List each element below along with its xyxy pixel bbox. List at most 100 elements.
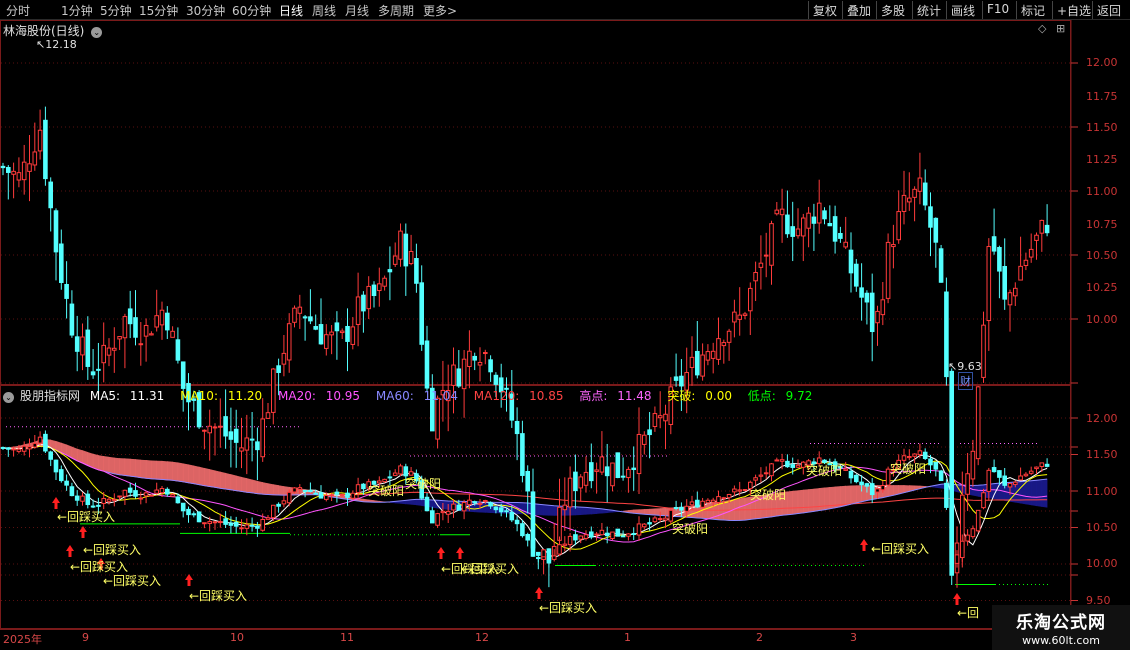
candle-body	[165, 488, 170, 495]
main-candle	[875, 305, 880, 346]
ribbon-segment	[273, 484, 279, 496]
candle-body	[1007, 292, 1013, 306]
candle-body	[726, 493, 732, 499]
indicator-candle	[949, 505, 955, 567]
candle-body	[318, 324, 324, 345]
candle-body	[308, 489, 313, 493]
candle-body	[589, 531, 594, 538]
ribbon-segment	[177, 462, 184, 483]
candle-body	[244, 524, 250, 529]
candle-body	[43, 433, 48, 452]
ribbon-segment	[214, 470, 221, 489]
candle-body	[138, 497, 144, 500]
legend-ma60: MA60: 11.04	[375, 389, 458, 403]
candle-body	[997, 470, 1002, 478]
indicator-candle	[1028, 466, 1034, 475]
candle-body	[6, 447, 11, 450]
chart-canvas[interactable]	[0, 0, 1130, 650]
indicator-candle	[59, 465, 64, 483]
candle-body	[795, 464, 801, 468]
candle-body	[11, 170, 16, 175]
plus-box-icon[interactable]: ⊞	[1056, 22, 1065, 35]
candle-body	[880, 485, 886, 491]
main-candle	[567, 466, 573, 532]
indicator-price-tick: 11.00	[1086, 485, 1118, 498]
candle-body	[329, 494, 334, 497]
main-candle	[737, 287, 743, 336]
chevron-down-icon[interactable]: ⌄	[3, 392, 14, 403]
indicator-candle	[281, 495, 287, 508]
pullback-buy-label: ←回	[957, 606, 980, 620]
main-candle	[854, 259, 859, 292]
ribbon-segment	[129, 458, 136, 478]
candle-body	[350, 492, 356, 499]
candle-body	[488, 502, 493, 507]
indicator-candle	[854, 473, 859, 484]
candle-body	[223, 518, 228, 525]
indicator-candle	[37, 431, 43, 446]
chart-mode-icons: ◇ ⊞	[1038, 22, 1065, 35]
main-candle	[626, 466, 631, 493]
ribbon-segment	[108, 456, 115, 475]
indicator-candle	[1023, 472, 1029, 478]
candle-body	[260, 519, 265, 531]
candle-body	[392, 255, 398, 265]
main-candle	[520, 420, 525, 483]
candle-body	[297, 306, 303, 314]
chevron-down-icon[interactable]: ⌄	[91, 27, 103, 38]
candle-body	[202, 522, 207, 525]
main-candle	[642, 431, 647, 455]
candle-body	[689, 356, 695, 368]
candle-body	[186, 508, 191, 516]
diamond-icon[interactable]: ◇	[1038, 22, 1046, 35]
main-candle	[997, 245, 1002, 299]
candle-body	[769, 223, 774, 266]
date-tick: 9	[82, 631, 89, 644]
candle-body	[371, 284, 377, 297]
candle-body	[975, 509, 981, 532]
main-candle	[292, 305, 297, 328]
candle-body	[127, 308, 133, 325]
candle-body	[0, 165, 6, 169]
candle-body	[991, 467, 997, 473]
indicator-candle	[933, 461, 939, 477]
candle-body	[525, 470, 531, 492]
ribbon-segment	[887, 485, 894, 497]
ribbon-segment	[416, 499, 422, 506]
candle-body	[223, 416, 228, 437]
main-candle	[302, 314, 308, 341]
candle-body	[435, 397, 440, 440]
price-tick: 10.00	[1086, 313, 1118, 326]
candle-body	[467, 350, 472, 367]
candle-body	[742, 313, 748, 316]
candle-body	[233, 428, 239, 443]
main-chart-frame	[0, 20, 1071, 385]
candle-body	[700, 500, 705, 508]
candle-body	[604, 466, 610, 477]
main-candle	[324, 324, 329, 356]
main-candle	[339, 328, 345, 339]
ribbon-segment	[797, 489, 804, 514]
candle-body	[149, 494, 154, 497]
ribbon-segment	[172, 461, 179, 482]
candle-body	[705, 351, 711, 361]
candle-body	[928, 206, 933, 228]
main-candle	[112, 327, 117, 373]
candle-body	[896, 211, 902, 241]
indicator-candle	[520, 520, 525, 538]
main-candle	[43, 106, 48, 186]
candle-body	[626, 533, 631, 537]
candle-body	[1028, 248, 1034, 258]
main-candle	[933, 217, 939, 268]
main-candle	[0, 162, 6, 176]
candle-body	[32, 442, 38, 448]
ribbon-segment	[861, 485, 868, 503]
ribbon-segment	[856, 485, 862, 504]
candle-body	[249, 524, 255, 527]
candle-body	[647, 522, 652, 525]
main-candle	[467, 330, 472, 389]
candle-body	[175, 496, 181, 504]
finance-badge[interactable]: 财	[958, 372, 973, 390]
indicator-candle	[191, 511, 197, 518]
main-candle	[1028, 233, 1034, 263]
